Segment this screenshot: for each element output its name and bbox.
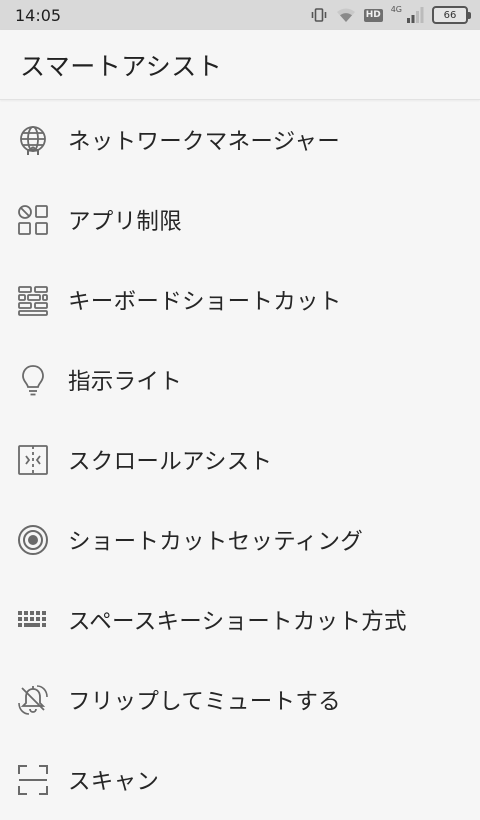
menu-item-keyboard-shortcut[interactable]: キーボードショートカット	[0, 260, 480, 340]
globe-network-icon	[16, 123, 50, 157]
menu-item-label: スペースキーショートカット方式	[68, 609, 407, 635]
scan-icon	[16, 763, 50, 797]
battery-level: 66	[443, 9, 457, 21]
vibrate-icon	[311, 8, 326, 22]
menu-item-scroll-assist[interactable]: スクロールアシスト	[0, 420, 480, 500]
settings-list: ネットワークマネージャー アプリ制限 キーボードショートカット 指示ライト スク…	[0, 100, 480, 820]
menu-item-label: キーボードショートカット	[68, 289, 342, 315]
menu-item-space-key-shortcut[interactable]: スペースキーショートカット方式	[0, 580, 480, 660]
target-icon	[16, 523, 50, 557]
app-bar: スマートアシスト	[0, 30, 480, 100]
keyboard-icon	[16, 603, 50, 637]
menu-item-label: アプリ制限	[68, 209, 183, 235]
signal-icon	[407, 7, 424, 23]
menu-item-label: スキャン	[68, 769, 160, 795]
menu-item-scan[interactable]: スキャン	[0, 740, 480, 820]
flip-mute-icon	[16, 683, 50, 717]
battery-icon: 66	[432, 6, 471, 24]
menu-item-label: 指示ライト	[68, 369, 183, 395]
menu-item-label: スクロールアシスト	[68, 449, 273, 475]
status-bar: 14:05 HD 4G 66	[0, 0, 480, 30]
network-type: 4G	[390, 4, 402, 14]
wifi-icon	[336, 8, 355, 22]
menu-item-flip-to-mute[interactable]: フリップしてミュートする	[0, 660, 480, 740]
page-title: スマートアシスト	[20, 51, 223, 81]
app-grid-icon	[16, 203, 50, 237]
scroll-assist-icon	[16, 443, 50, 477]
menu-item-network-manager[interactable]: ネットワークマネージャー	[0, 100, 480, 180]
menu-item-shortcut-settings[interactable]: ショートカットセッティング	[0, 500, 480, 580]
keyboard-bricks-icon	[16, 283, 50, 317]
hd-icon: HD	[363, 8, 383, 22]
menu-item-label: フリップしてミュートする	[68, 689, 341, 715]
status-icons: HD 4G 66	[310, 4, 471, 24]
menu-item-app-restriction[interactable]: アプリ制限	[0, 180, 480, 260]
menu-item-label: ネットワークマネージャー	[68, 129, 341, 155]
status-time: 14:05	[15, 5, 62, 25]
menu-item-indicator-light[interactable]: 指示ライト	[0, 340, 480, 420]
lightbulb-icon	[16, 363, 50, 397]
menu-item-label: ショートカットセッティング	[68, 529, 364, 555]
